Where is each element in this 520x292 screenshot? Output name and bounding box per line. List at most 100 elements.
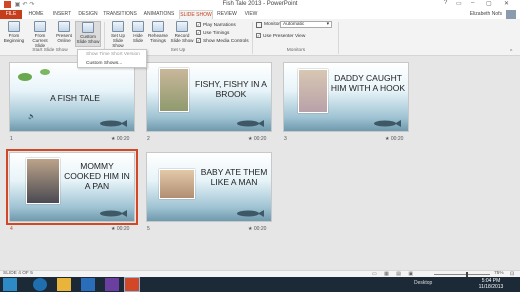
- powerpoint-taskbar-icon[interactable]: [124, 277, 140, 292]
- slide-thumbnail-2[interactable]: FISHY, FISHY IN A BROOK: [146, 62, 272, 132]
- fish-icon: [237, 120, 264, 127]
- stopwatch-icon: [152, 21, 164, 32]
- start-icon[interactable]: [3, 278, 17, 291]
- from-beginning-button[interactable]: From Beginning: [2, 21, 26, 43]
- fish-icon: [374, 120, 401, 127]
- slide-number: 3: [284, 136, 287, 142]
- help-button[interactable]: ?: [444, 0, 447, 6]
- rehearse-label: Rehearse Timings: [148, 33, 168, 43]
- record-label: Record Slide Show: [170, 33, 194, 43]
- slide-title: DADDY CAUGHT HIM WITH A HOOK: [330, 73, 406, 93]
- slide-timing: ★ 00:20: [111, 226, 129, 232]
- ribbon-display-button[interactable]: ▭: [456, 0, 462, 7]
- play-narrations-checkbox[interactable]: ✓ Play Narrations: [196, 22, 236, 28]
- slide-number: 5: [147, 226, 150, 232]
- from-beginning-label: From Beginning: [3, 33, 25, 43]
- menu-item-custom-shows[interactable]: Custom Shows...: [78, 60, 146, 68]
- maximize-button[interactable]: ▢: [486, 0, 492, 7]
- zoom-slider[interactable]: [434, 274, 490, 275]
- checkbox-checked-icon: ✓: [256, 33, 261, 38]
- use-timings-label: Use Timings: [203, 30, 230, 36]
- present-online-label: Present Online: [56, 33, 72, 43]
- avatar[interactable]: [506, 10, 516, 19]
- slide-number: 2: [147, 136, 150, 142]
- tab-slide-show[interactable]: SLIDE SHOW: [179, 10, 213, 19]
- monitor-label: Monitor:: [264, 22, 282, 27]
- custom-slide-show-button[interactable]: Custom Slide Show: [75, 21, 101, 47]
- tab-transitions[interactable]: TRANSITIONS: [102, 10, 138, 19]
- chevron-down-icon: ▾: [326, 22, 329, 27]
- custom-show-icon: [82, 22, 94, 33]
- tab-file[interactable]: FILE: [0, 10, 22, 19]
- minimize-button[interactable]: –: [471, 0, 474, 6]
- set-up-slide-show-button[interactable]: Set Up Slide Show: [107, 21, 129, 48]
- monitor-icon: [256, 22, 262, 28]
- hide-slide-label: Hide Slide: [132, 33, 144, 43]
- tab-design[interactable]: DESIGN: [76, 10, 100, 19]
- slide-photo: [159, 68, 189, 112]
- audio-icon: 🔈: [28, 114, 36, 120]
- custom-show-dropdown: Show Time Short Version Custom Shows...: [77, 49, 147, 68]
- slide-title: FISHY, FISHY IN A BROOK: [195, 79, 267, 99]
- collapse-ribbon-icon[interactable]: ^: [510, 49, 512, 55]
- checkbox-checked-icon: ✓: [196, 30, 201, 35]
- slide-time-value: 00:20: [253, 136, 267, 142]
- slide-photo: [26, 158, 60, 204]
- desktop-label[interactable]: Desktop: [414, 280, 432, 286]
- taskbar: Desktop 5:04 PM 11/18/2013: [0, 277, 520, 292]
- checkbox-checked-icon: ✓: [196, 22, 201, 27]
- title-bar: ▣↶↷ Fish Tale 2013 - PowerPoint ? ▭ – ▢ …: [0, 0, 520, 10]
- slide-photo: [159, 169, 195, 199]
- internet-explorer-icon[interactable]: [33, 278, 47, 291]
- play-narrations-label: Play Narrations: [203, 22, 236, 28]
- show-media-label: Show Media Controls: [203, 38, 249, 44]
- menu-item-show-time-short[interactable]: Show Time Short Version: [78, 51, 146, 59]
- status-bar: SLIDE 4 OF 5 ▭ ▦ ▤ ▣ 75% ⊡: [0, 270, 520, 277]
- slide-timing: ★ 00:20: [248, 136, 266, 142]
- close-button[interactable]: ✕: [504, 0, 509, 7]
- zoom-level[interactable]: 75%: [494, 271, 504, 276]
- group-set-up: Set Up: [170, 48, 186, 53]
- file-explorer-icon[interactable]: [57, 278, 71, 291]
- show-media-controls-checkbox[interactable]: ✓ Show Media Controls: [196, 38, 249, 44]
- rehearse-timings-button[interactable]: Rehearse Timings: [147, 21, 169, 43]
- ribbon-tabs: FILE HOME INSERT DESIGN TRANSITIONS ANIM…: [0, 10, 520, 19]
- use-timings-checkbox[interactable]: ✓ Use Timings: [196, 30, 229, 36]
- present-online-icon: [58, 21, 70, 32]
- lily-pad-icon: [40, 69, 50, 75]
- group-separator: [252, 22, 253, 54]
- use-presenter-view-checkbox[interactable]: ✓ Use Presenter View: [256, 33, 305, 39]
- hide-slide-icon: [132, 21, 144, 32]
- tab-review[interactable]: REVIEW: [215, 10, 239, 19]
- monitor-value: Automatic: [283, 22, 305, 27]
- record-slide-show-button[interactable]: Record Slide Show: [170, 21, 194, 43]
- from-current-slide-button[interactable]: From Current Slide: [27, 21, 53, 48]
- slideshow-current-icon: [34, 21, 46, 32]
- presenter-view-label: Use Presenter View: [263, 33, 306, 39]
- slide-thumbnail-3[interactable]: DADDY CAUGHT HIM WITH A HOOK: [283, 62, 409, 132]
- slide-number: 4: [10, 226, 13, 232]
- tab-animations[interactable]: ANIMATIONS: [141, 10, 177, 19]
- slideshow-start-icon: [8, 21, 20, 32]
- outlook-icon[interactable]: [81, 278, 95, 291]
- tab-insert[interactable]: INSERT: [50, 10, 74, 19]
- slide-thumbnail-5[interactable]: BABY ATE THEM LIKE A MAN: [146, 152, 272, 222]
- slide-thumbnail-4[interactable]: MOMMY COOKED HIM IN A PAN: [6, 149, 138, 225]
- tab-home[interactable]: HOME: [25, 10, 47, 19]
- slide-number: 1: [10, 136, 13, 142]
- tab-view[interactable]: VIEW: [241, 10, 261, 19]
- slide-timing: ★ 00:20: [385, 136, 403, 142]
- slide-thumbnail-1[interactable]: A FISH TALE 🔈: [9, 62, 135, 132]
- slide-timing: ★ 00:20: [111, 136, 129, 142]
- slide-title: A FISH TALE: [50, 93, 100, 103]
- present-online-button[interactable]: Present Online: [54, 21, 74, 43]
- checkbox-checked-icon: ✓: [196, 38, 201, 43]
- slide-timing: ★ 00:20: [248, 226, 266, 232]
- monitor-select[interactable]: Automatic ▾: [280, 21, 332, 28]
- hide-slide-button[interactable]: Hide Slide: [130, 21, 146, 43]
- clock-date[interactable]: 11/18/2013: [476, 284, 506, 290]
- slide-time-value: 00:20: [253, 226, 267, 232]
- slide-counter: SLIDE 4 OF 5: [3, 271, 33, 276]
- onenote-icon[interactable]: [105, 278, 119, 291]
- user-name[interactable]: Elizabeth Nofs: [470, 11, 502, 17]
